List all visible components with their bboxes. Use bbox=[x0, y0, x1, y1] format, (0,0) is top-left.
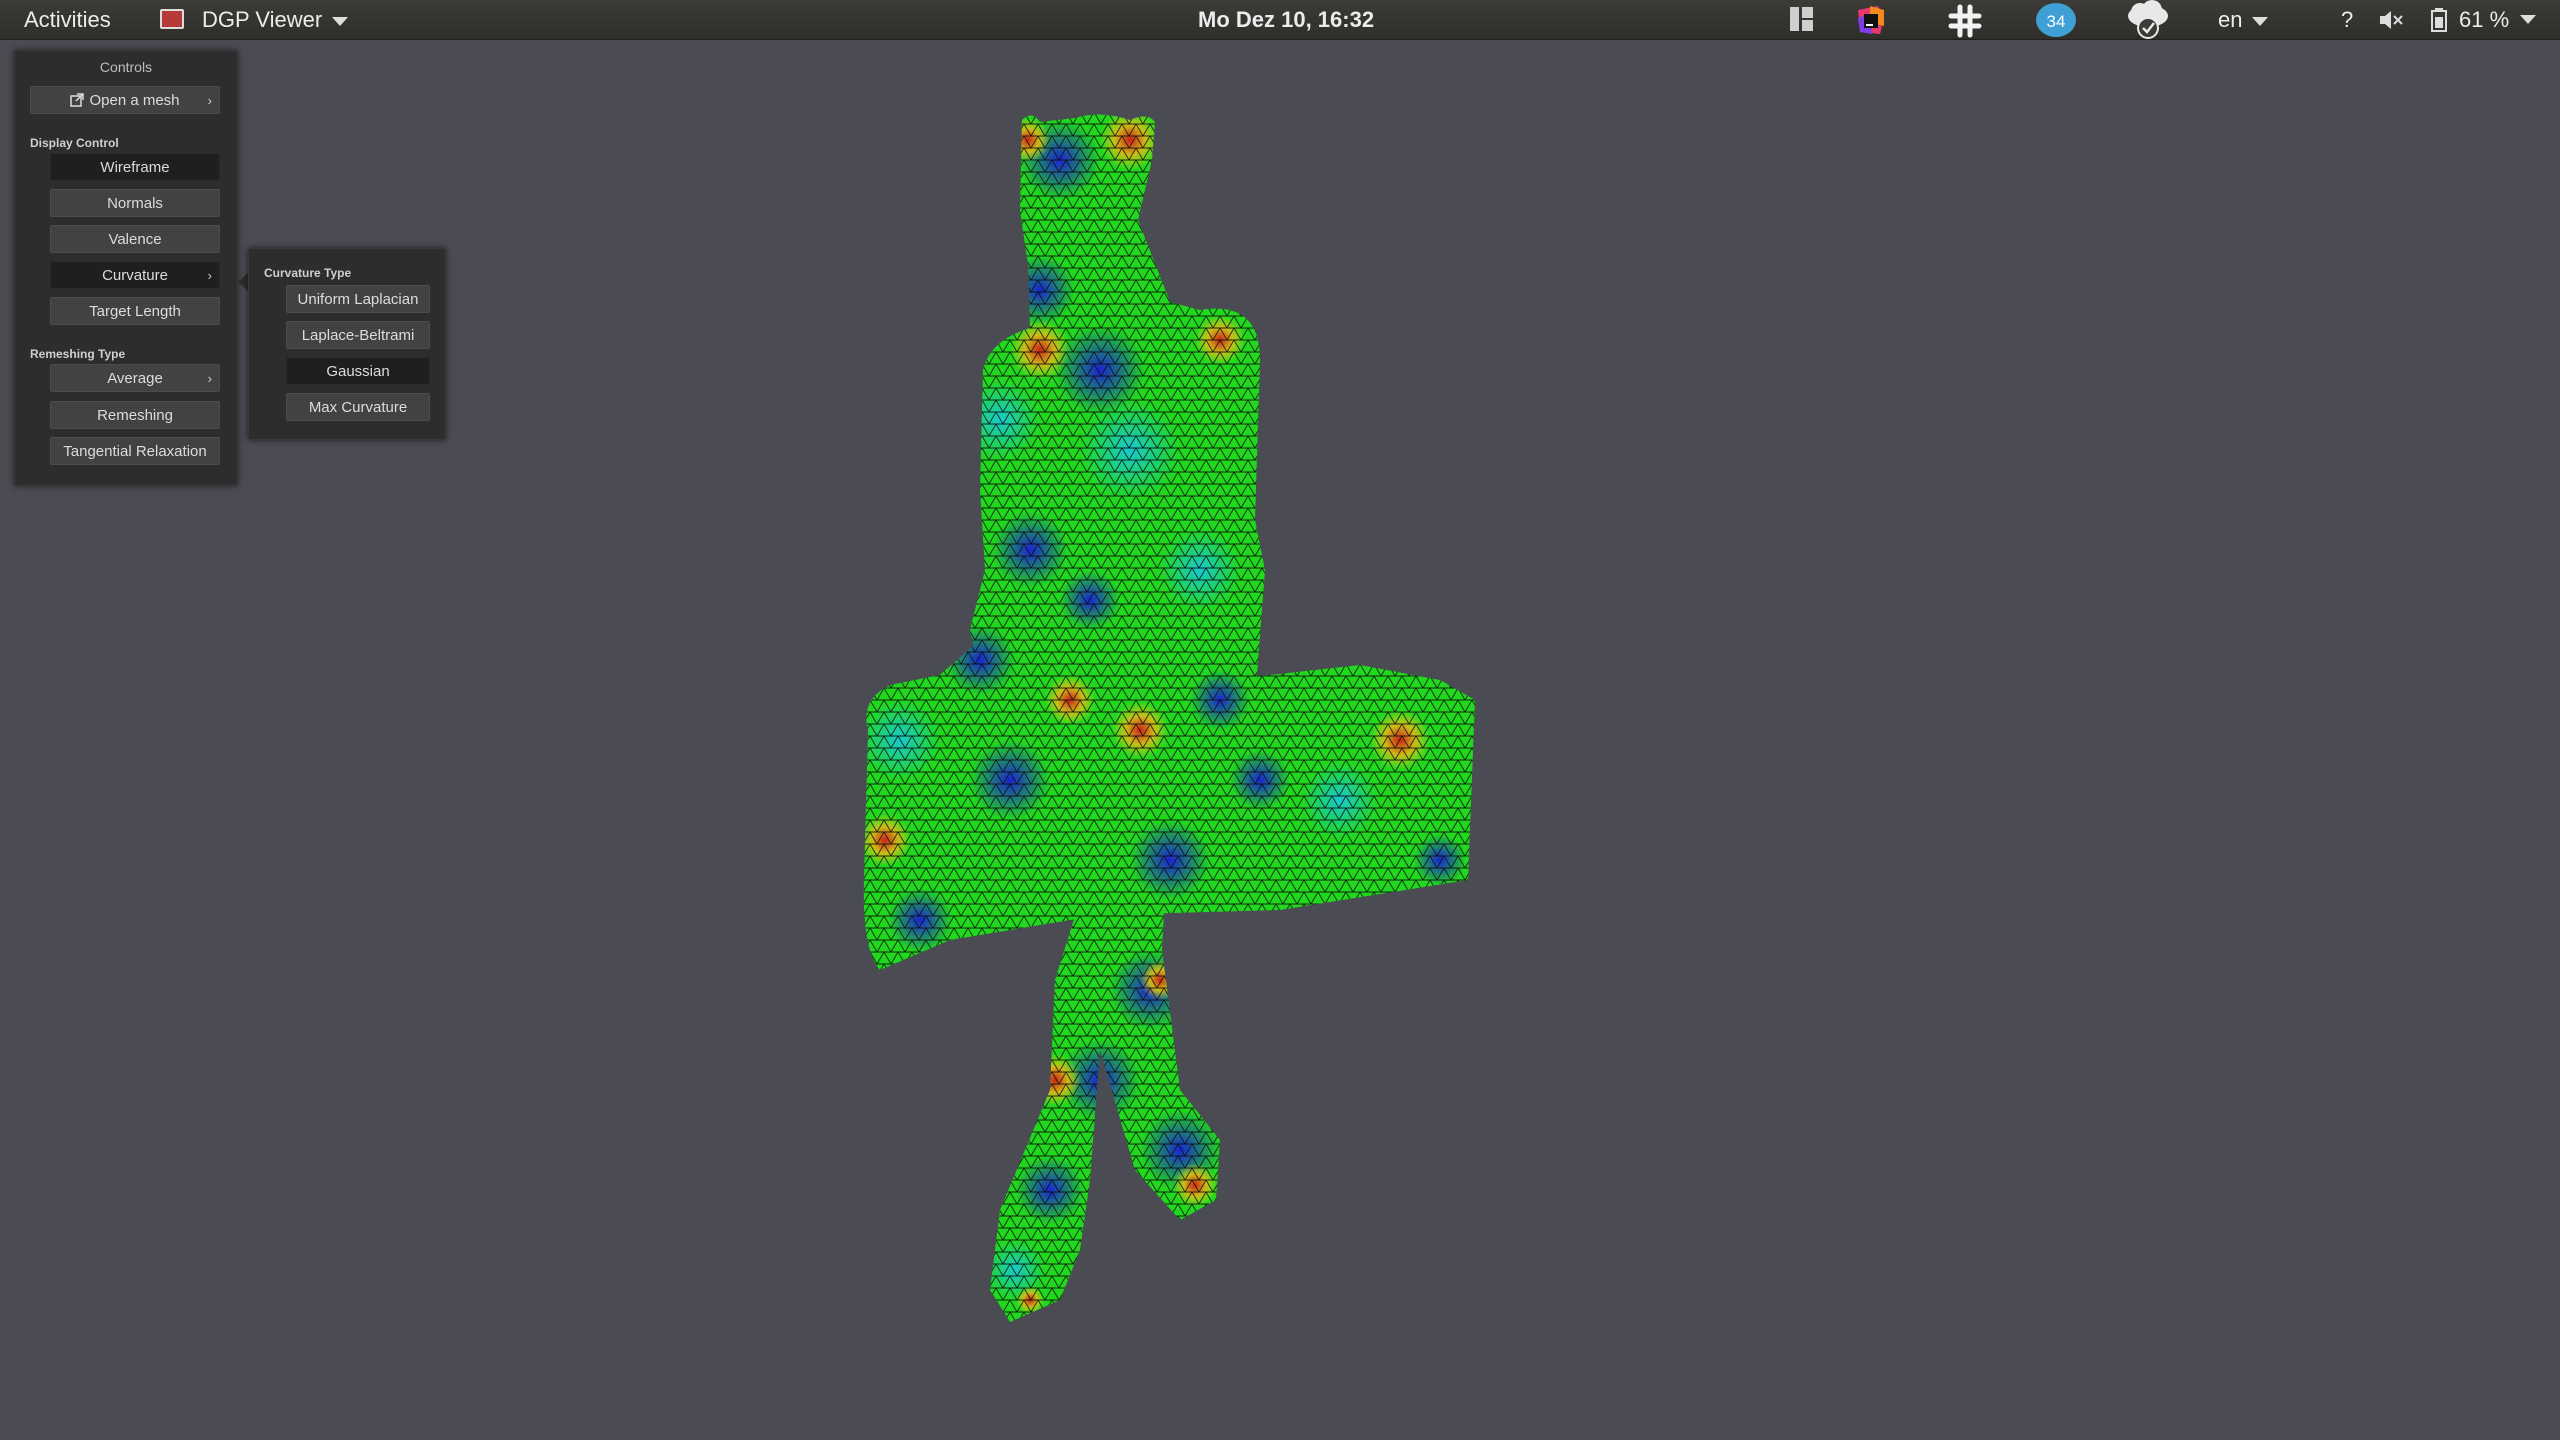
system-menu-chevron-icon[interactable] bbox=[2520, 15, 2536, 24]
tangential-relaxation-button[interactable]: Tangential Relaxation bbox=[50, 437, 220, 465]
language-label: en bbox=[2218, 7, 2243, 32]
layout-icon[interactable] bbox=[1790, 7, 1822, 39]
activities-button[interactable]: Activities bbox=[24, 0, 111, 39]
laplace-beltrami-button[interactable]: Laplace-Beltrami bbox=[286, 321, 430, 349]
normals-button[interactable]: Normals bbox=[50, 189, 220, 217]
clock[interactable]: Mo Dez 10, 16:32 bbox=[1198, 0, 1374, 39]
top-bar: Activities DGP Viewer Mo Dez 10, 16:32 3… bbox=[0, 0, 2560, 40]
curvature-type-popup: Curvature Type Uniform Laplacian Laplace… bbox=[248, 248, 446, 440]
open-mesh-label: Open a mesh bbox=[89, 92, 180, 109]
average-label: Average bbox=[107, 370, 163, 387]
valence-button[interactable]: Valence bbox=[50, 225, 220, 253]
wireframe-button[interactable]: Wireframe bbox=[50, 153, 220, 181]
average-dropdown[interactable]: Average › bbox=[50, 364, 220, 392]
chevron-right-icon: › bbox=[207, 268, 212, 283]
curvature-type-heading: Curvature Type bbox=[264, 266, 352, 280]
slack-icon[interactable] bbox=[1948, 4, 1982, 38]
app-icon bbox=[160, 9, 184, 29]
max-curvature-button[interactable]: Max Curvature bbox=[286, 393, 430, 421]
chevron-down-icon bbox=[2252, 16, 2269, 26]
uniform-laplacian-button[interactable]: Uniform Laplacian bbox=[286, 285, 430, 313]
language-selector[interactable]: en bbox=[2218, 0, 2269, 39]
battery-percentage: 61 % bbox=[2459, 7, 2510, 32]
cloud-sync-icon[interactable] bbox=[2124, 0, 2168, 39]
target-length-button[interactable]: Target Length bbox=[50, 297, 220, 325]
remeshing-type-heading: Remeshing Type bbox=[30, 347, 126, 361]
curvature-button[interactable]: Curvature › bbox=[50, 261, 220, 289]
app-menu[interactable]: DGP Viewer bbox=[202, 0, 349, 39]
sound-muted-icon[interactable] bbox=[2378, 8, 2410, 40]
open-mesh-button[interactable]: Open a mesh › bbox=[30, 86, 220, 114]
curvature-label: Curvature bbox=[102, 267, 168, 284]
notification-badge[interactable]: 34 bbox=[2036, 3, 2076, 37]
mesh-viewport[interactable] bbox=[800, 100, 1600, 1350]
gaussian-button[interactable]: Gaussian bbox=[286, 357, 430, 385]
battery-icon[interactable] bbox=[2430, 8, 2462, 40]
controls-panel: Controls Open a mesh › Display Control W… bbox=[14, 50, 238, 486]
open-file-icon bbox=[70, 93, 85, 107]
help-icon[interactable]: ? bbox=[2341, 0, 2353, 39]
chevron-right-icon: › bbox=[207, 93, 212, 108]
chevron-right-icon: › bbox=[207, 371, 212, 386]
panel-title: Controls bbox=[99, 59, 153, 75]
remeshing-button[interactable]: Remeshing bbox=[50, 401, 220, 429]
chevron-down-icon bbox=[332, 16, 349, 26]
jetbrains-toolbox-icon[interactable] bbox=[1854, 4, 1886, 36]
display-control-heading: Display Control bbox=[30, 136, 119, 150]
app-name: DGP Viewer bbox=[202, 7, 323, 32]
